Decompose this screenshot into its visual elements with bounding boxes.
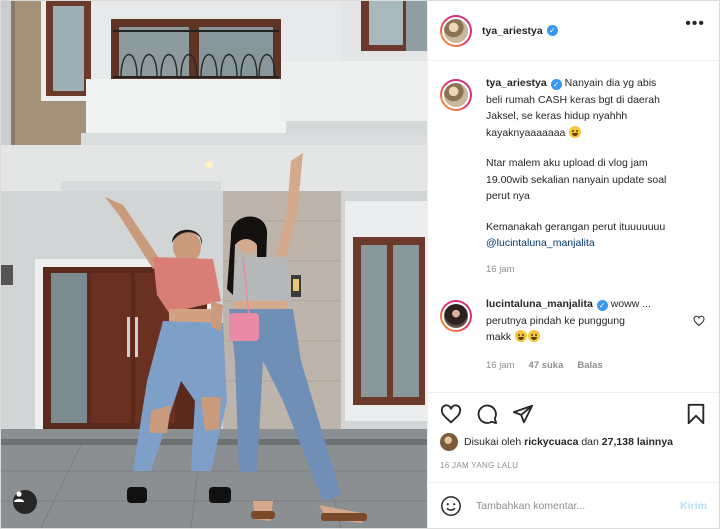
comment-text-line: makk xyxy=(486,331,512,343)
likes-mid: dan xyxy=(581,436,599,448)
verified-badge-icon: ✓ xyxy=(546,25,558,36)
caption-text-line: Jaksel, se keras hidup nyahhh xyxy=(486,110,628,122)
emoji-picker-icon[interactable] xyxy=(440,495,462,517)
caption-entry: tya_ariestya ✓ Nanyain dia yg abis beli r… xyxy=(440,75,705,278)
caption-text-line: Nanyain dia yg abis xyxy=(564,77,657,89)
caption-text-line: kayaknyaaaaaaa xyxy=(486,126,566,139)
comment-heart-icon[interactable] xyxy=(693,315,705,327)
caption-text-line: 19.00wib sekalian nanyain update soal xyxy=(486,173,667,186)
house-photo-illustration xyxy=(1,1,427,528)
comment-time[interactable]: 16 jam xyxy=(486,358,515,375)
instagram-post: tya_ariestya ✓ ••• tya_ariestya ✓ Nanyain… xyxy=(0,0,720,529)
comment-input[interactable] xyxy=(476,499,681,512)
commenter-avatar[interactable] xyxy=(440,300,472,332)
verified-badge-icon: ✓ xyxy=(596,300,608,311)
comment-text-line: woww ... xyxy=(610,298,651,310)
share-icon[interactable] xyxy=(512,403,534,425)
caption-text-line: Ntar malem aku upload di vlog jam xyxy=(486,157,648,169)
likes-count[interactable]: 27,138 lainnya xyxy=(602,436,673,448)
reply-button[interactable]: Balas xyxy=(577,358,602,375)
grinning-emoji-icon xyxy=(569,125,582,138)
comment-likes[interactable]: 47 suka xyxy=(529,358,564,375)
add-comment-bar: Kirim xyxy=(428,482,719,528)
author-username[interactable]: tya_ariestya xyxy=(482,25,543,37)
post-side-panel: tya_ariestya ✓ ••• tya_ariestya ✓ Nanyain… xyxy=(427,1,719,528)
caption-text-line: Kemanakah gerangan perut ituuuuuuu xyxy=(486,220,666,233)
likes-prefix: Disukai oleh xyxy=(464,436,522,448)
post-header: tya_ariestya ✓ ••• xyxy=(428,1,719,61)
comment-icon[interactable] xyxy=(476,403,498,425)
tagged-user-icon[interactable] xyxy=(13,490,37,514)
tongue-emoji-icon xyxy=(515,330,528,342)
caption-time[interactable]: 16 jam xyxy=(486,262,686,279)
commenter-username[interactable]: lucintaluna_manjalita xyxy=(486,298,593,310)
likes-summary: Disukai oleh rickycuaca dan 27,138 lainn… xyxy=(440,433,707,451)
comment-entry: lucintaluna_manjalita ✓ woww ... perutnya… xyxy=(440,296,705,374)
post-photo[interactable] xyxy=(1,1,427,528)
heart-icon[interactable] xyxy=(440,403,462,425)
caption-text-line: beli rumah CASH keras bgt di daerah xyxy=(486,93,660,106)
liker-username[interactable]: rickycuaca xyxy=(524,436,578,448)
author-avatar[interactable] xyxy=(440,14,472,47)
more-horizontal-icon[interactable]: ••• xyxy=(685,16,705,32)
verified-badge-icon: ✓ xyxy=(550,79,562,90)
caption-avatar[interactable] xyxy=(440,79,472,111)
post-date[interactable]: 16 JAM YANG LALU xyxy=(440,461,707,470)
caption-text-line: perut nya xyxy=(486,190,530,202)
tongue-emoji-icon xyxy=(528,330,541,342)
mention-link[interactable]: @lucintaluna_manjalita xyxy=(486,235,686,252)
post-actions: Disukai oleh rickycuaca dan 27,138 lainn… xyxy=(428,392,719,470)
bookmark-icon[interactable] xyxy=(685,403,707,425)
caption-username[interactable]: tya_ariestya xyxy=(486,77,547,89)
comment-meta: 16 jam 47 suka Balas xyxy=(486,358,686,375)
post-comment-button[interactable]: Kirim xyxy=(680,500,707,512)
comment-text-line: perutnya pindah ke punggung xyxy=(486,314,625,327)
comments-list: tya_ariestya ✓ Nanyain dia yg abis beli r… xyxy=(440,75,705,374)
liker-avatar[interactable] xyxy=(440,433,458,451)
